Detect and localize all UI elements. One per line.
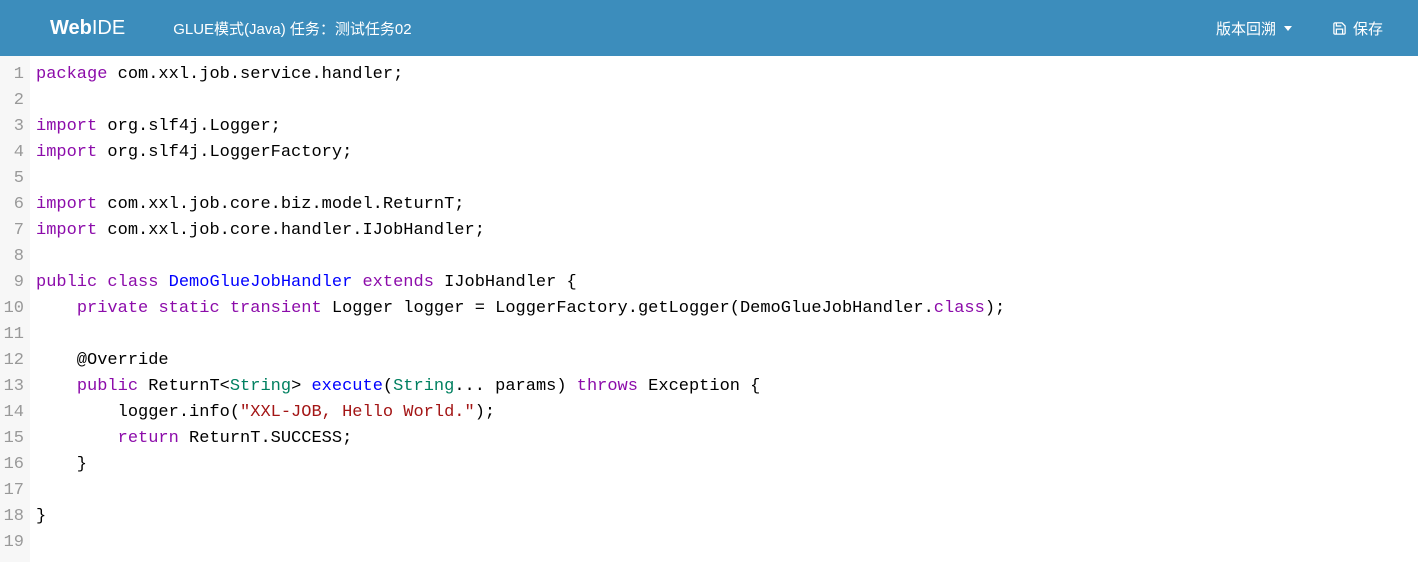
line-number: 12 [0,348,26,374]
version-rollback-label: 版本回溯 [1216,18,1276,39]
mode-info: GLUE模式(Java) 任务：测试任务02 [155,18,411,39]
code-line[interactable]: public ReturnT<String> execute(String...… [36,374,1005,400]
brand-light: IDE [92,17,125,39]
code-line[interactable]: private static transient Logger logger =… [36,296,1005,322]
version-rollback-button[interactable]: 版本回溯 [1216,18,1292,39]
line-number: 8 [0,244,26,270]
line-number: 5 [0,166,26,192]
code-line[interactable]: import org.slf4j.LoggerFactory; [36,140,1005,166]
brand-bold: Web [50,17,92,39]
line-number: 3 [0,114,26,140]
chevron-down-icon [1284,26,1292,31]
code-area[interactable]: package com.xxl.job.service.handler; imp… [30,56,1005,562]
line-number: 18 [0,504,26,530]
save-label: 保存 [1353,18,1383,39]
code-line[interactable]: return ReturnT.SUCCESS; [36,426,1005,452]
line-number: 17 [0,478,26,504]
save-button[interactable]: 保存 [1332,18,1383,39]
code-line[interactable]: } [36,452,1005,478]
code-line[interactable]: package com.xxl.job.service.handler; [36,62,1005,88]
code-line[interactable] [36,88,1005,114]
nav-actions: 版本回溯 保存 [1216,18,1398,39]
code-line[interactable] [36,166,1005,192]
brand-logo: WebIDE [20,17,155,40]
code-line[interactable]: import com.xxl.job.core.biz.model.Return… [36,192,1005,218]
code-line[interactable] [36,322,1005,348]
save-icon [1332,21,1347,36]
line-number: 2 [0,88,26,114]
line-number: 16 [0,452,26,478]
line-number-gutter: 12345678910111213141516171819 [0,56,30,562]
line-number: 13 [0,374,26,400]
code-line[interactable]: import org.slf4j.Logger; [36,114,1005,140]
line-number: 9 [0,270,26,296]
line-number: 19 [0,530,26,556]
code-line[interactable]: logger.info("XXL-JOB, Hello World."); [36,400,1005,426]
line-number: 14 [0,400,26,426]
line-number: 1 [0,62,26,88]
code-line[interactable]: @Override [36,348,1005,374]
line-number: 4 [0,140,26,166]
code-line[interactable]: public class DemoGlueJobHandler extends … [36,270,1005,296]
line-number: 11 [0,322,26,348]
line-number: 6 [0,192,26,218]
code-editor[interactable]: 12345678910111213141516171819 package co… [0,56,1418,562]
navbar: WebIDE GLUE模式(Java) 任务：测试任务02 版本回溯 保存 [0,0,1418,56]
line-number: 10 [0,296,26,322]
code-line[interactable] [36,244,1005,270]
line-number: 15 [0,426,26,452]
code-line[interactable]: import com.xxl.job.core.handler.IJobHand… [36,218,1005,244]
code-line[interactable] [36,530,1005,556]
line-number: 7 [0,218,26,244]
code-line[interactable]: } [36,504,1005,530]
code-line[interactable] [36,478,1005,504]
